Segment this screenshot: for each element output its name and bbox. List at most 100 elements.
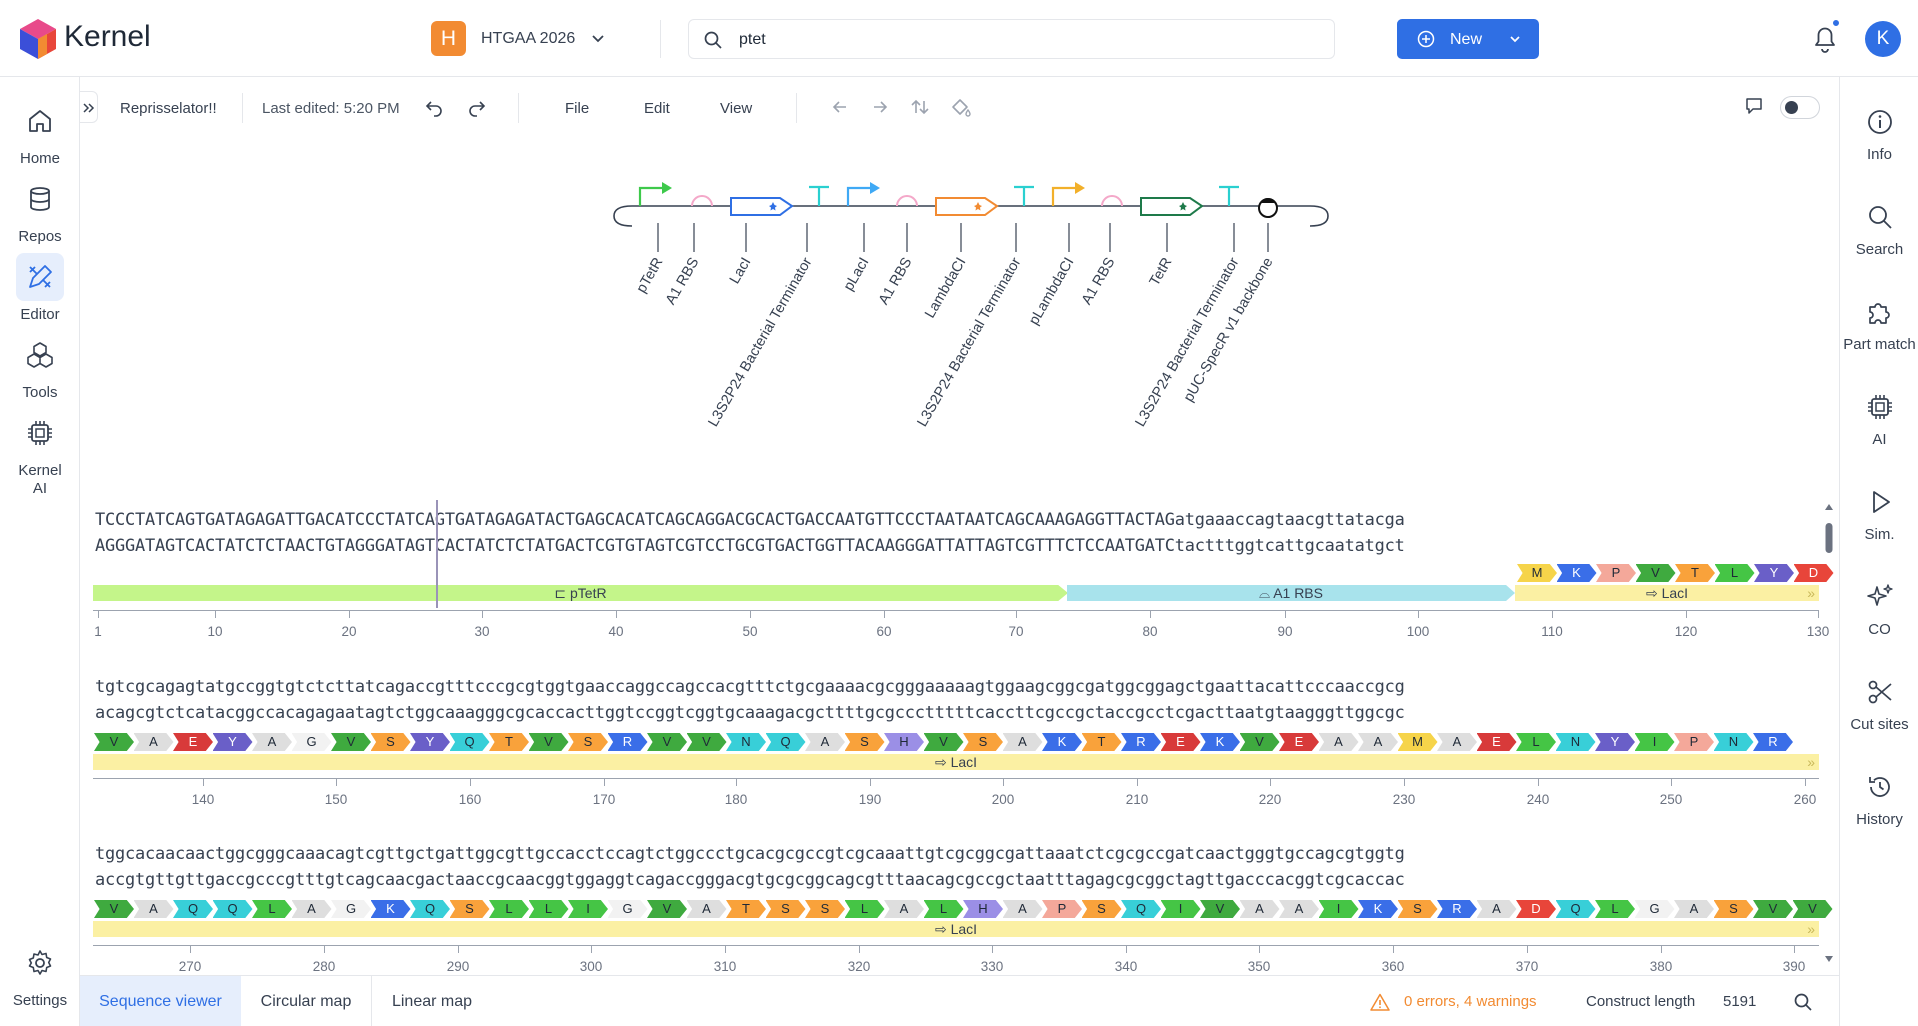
amino-acid-V[interactable]: V	[923, 733, 964, 751]
nav-kernel-ai[interactable]: Kernel AI	[0, 409, 80, 498]
undo-icon[interactable]	[425, 97, 445, 117]
tab-linear-map[interactable]: Linear map	[372, 976, 492, 1026]
rbs-glyph[interactable]	[1101, 195, 1123, 207]
amino-acid-Y[interactable]: Y	[212, 733, 253, 751]
amino-acid-I[interactable]: I	[1160, 900, 1201, 918]
map-part-label[interactable]: L3S2P24 Bacterial Terminator	[914, 255, 1024, 430]
rnav-history[interactable]: History	[1840, 767, 1918, 829]
top-strand[interactable]: tggcacaacaactggcgggcaaacagtcgttgctgattgg…	[95, 843, 1405, 863]
amino-acid-A[interactable]: A	[252, 733, 292, 751]
amino-acid-A[interactable]: A	[1476, 900, 1517, 918]
feature-laci[interactable]: ⇨ LacI »	[1515, 585, 1819, 601]
amino-acid-I[interactable]: I	[1634, 733, 1675, 751]
amino-acid-V[interactable]: V	[528, 733, 569, 751]
amino-acid-P[interactable]: P	[1674, 733, 1714, 751]
search-icon[interactable]	[1793, 992, 1813, 1012]
feature-laci[interactable]: ⇨ LacI »	[93, 921, 1819, 937]
amino-acid-K[interactable]: K	[1358, 900, 1398, 918]
promoter-ptetr-glyph[interactable]	[638, 182, 672, 206]
map-part-label[interactable]: pLacI	[841, 255, 873, 294]
amino-acid-G[interactable]: G	[1634, 900, 1675, 918]
view-toggle[interactable]	[1780, 96, 1820, 119]
sequence-scrollbar[interactable]	[1824, 503, 1834, 963]
tab-circular-map[interactable]: Circular map	[241, 976, 372, 1026]
terminator-glyph[interactable]	[1014, 185, 1034, 206]
amino-acid-V[interactable]: V	[1635, 564, 1676, 582]
kernel-logo-icon[interactable]	[20, 19, 56, 59]
amino-acid-E[interactable]: E	[1476, 733, 1517, 751]
amino-acid-Q[interactable]: Q	[765, 733, 806, 751]
amino-acid-I[interactable]: I	[1318, 900, 1359, 918]
nav-settings[interactable]: Settings	[0, 939, 80, 1010]
amino-acid-A[interactable]: A	[1002, 900, 1043, 918]
paint-bucket-icon[interactable]	[950, 97, 972, 119]
top-strand[interactable]: TCCCTATCAGTGATAGAGATTGACATCCCTATCAGTGATA…	[95, 509, 1405, 529]
bottom-strand[interactable]: accgtgttgttgaccgcccgtttgtcagcaacgactaacc…	[95, 869, 1405, 889]
amino-acid-K[interactable]: K	[1200, 733, 1240, 751]
amino-acid-V[interactable]: V	[647, 900, 687, 918]
feature-a1-rbs[interactable]: ⌓ A1 RBS	[1067, 585, 1515, 601]
amino-acid-V[interactable]: V	[647, 733, 687, 751]
amino-acid-A[interactable]: A	[133, 900, 174, 918]
rbs-glyph[interactable]	[896, 195, 918, 207]
amino-acid-A[interactable]: A	[1358, 733, 1398, 751]
amino-acid-Q[interactable]: Q	[212, 900, 253, 918]
chevron-down-icon[interactable]	[588, 28, 608, 48]
amino-acid-N[interactable]: N	[1713, 733, 1754, 751]
map-part-label[interactable]: pTetR	[634, 255, 667, 296]
amino-acid-P[interactable]: P	[1042, 900, 1082, 918]
feature-ptetr[interactable]: ⊏ pTetR	[93, 585, 1068, 601]
amino-acid-H[interactable]: H	[963, 900, 1003, 918]
amino-acid-L[interactable]: L	[1714, 564, 1755, 582]
menu-edit[interactable]: Edit	[644, 100, 670, 117]
cds-lambdaci-glyph[interactable]	[935, 197, 999, 216]
amino-acid-L[interactable]: L	[1516, 733, 1556, 751]
amino-acid-I[interactable]: I	[568, 900, 608, 918]
redo-icon[interactable]	[466, 97, 486, 117]
amino-acid-E[interactable]: E	[1279, 733, 1319, 751]
amino-acid-A[interactable]: A	[686, 900, 727, 918]
amino-acid-T[interactable]: T	[489, 733, 529, 751]
amino-acid-Q[interactable]: Q	[410, 900, 450, 918]
search-box[interactable]	[688, 19, 1335, 59]
top-strand[interactable]: tgtcgcagagtatgccggtgtctcttatcagaccgtttcc…	[95, 676, 1405, 696]
rnav-search[interactable]: Search	[1840, 197, 1918, 259]
promoter-placi-glyph[interactable]	[846, 182, 880, 206]
rnav-cut-sites[interactable]: Cut sites	[1840, 672, 1918, 734]
bottom-strand[interactable]: acagcgtctcatacggccacagagaatagtctggcaaagg…	[95, 702, 1405, 722]
amino-acid-L[interactable]: L	[1595, 900, 1635, 918]
amino-acid-A[interactable]: A	[1674, 900, 1714, 918]
amino-acid-V[interactable]: V	[94, 900, 134, 918]
nav-tools[interactable]: Tools	[0, 331, 80, 402]
amino-acid-A[interactable]: A	[1437, 733, 1477, 751]
amino-acid-K[interactable]: K	[1556, 564, 1597, 582]
amino-acid-N[interactable]: N	[726, 733, 766, 751]
amino-acid-S[interactable]: S	[370, 733, 411, 751]
amino-acid-V[interactable]: V	[686, 733, 727, 751]
amino-acid-Q[interactable]: Q	[449, 733, 490, 751]
amino-acid-R[interactable]: R	[1753, 733, 1793, 751]
terminator-glyph[interactable]	[809, 185, 829, 206]
origin-glyph[interactable]	[1258, 198, 1278, 218]
amino-acid-R[interactable]: R	[1437, 900, 1477, 918]
feature-laci[interactable]: ⇨ LacI »	[93, 754, 1819, 770]
amino-acid-S[interactable]: S	[568, 733, 608, 751]
document-name[interactable]: Reprisselator!!	[120, 100, 217, 117]
amino-acid-L[interactable]: L	[252, 900, 292, 918]
amino-acid-S[interactable]: S	[963, 733, 1003, 751]
amino-acid-A[interactable]: A	[1002, 733, 1043, 751]
amino-acid-S[interactable]: S	[1397, 900, 1438, 918]
amino-acid-A[interactable]: A	[1279, 900, 1319, 918]
terminator-glyph[interactable]	[1219, 185, 1239, 206]
amino-acid-L[interactable]: L	[489, 900, 529, 918]
amino-acid-V[interactable]: V	[331, 733, 371, 751]
map-part-label[interactable]: pLambdaCI	[1026, 255, 1077, 328]
bottom-strand[interactable]: AGGGATAGTCACTATCTCTAACTGTAGGGATAGTCACTAT…	[95, 535, 1405, 555]
map-part-label[interactable]: LambdaCI	[922, 255, 969, 321]
search-input[interactable]	[739, 28, 1299, 52]
nav-repos[interactable]: Repos	[0, 175, 80, 246]
comment-icon[interactable]	[1744, 96, 1764, 116]
map-part-label[interactable]: TetR	[1147, 255, 1176, 289]
rnav-ai[interactable]: AI	[1840, 387, 1918, 449]
amino-acid-T[interactable]: T	[1081, 733, 1122, 751]
